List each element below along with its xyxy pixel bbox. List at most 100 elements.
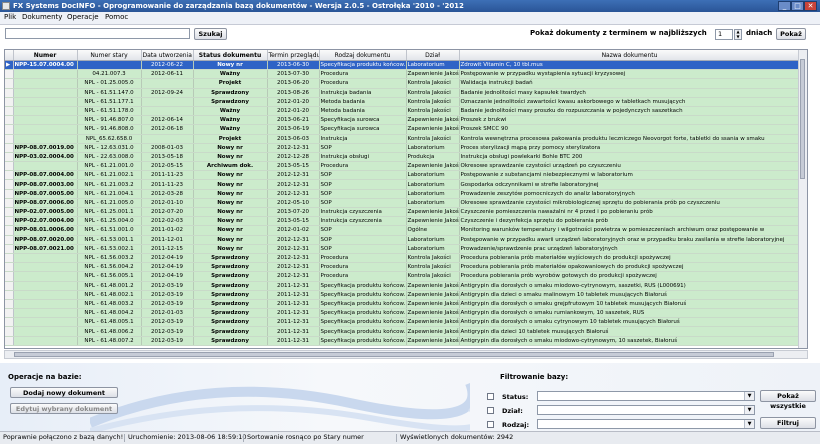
type-filter-select[interactable]: ▼ (537, 419, 755, 429)
col-rodzaj[interactable]: Rodzaj dokumentu (319, 50, 407, 61)
row-indicator[interactable] (5, 69, 14, 80)
row-indicator[interactable] (5, 134, 14, 144)
search-input[interactable] (5, 28, 190, 39)
row-indicator[interactable] (5, 170, 14, 181)
table-row[interactable]: NPL - 61.48.003.2 2012-03-19 Sprawdzony 201… (5, 299, 801, 310)
dept-filter-select[interactable]: ▼ (537, 405, 755, 415)
deadline-days-input[interactable]: 1 (715, 29, 733, 40)
maximize-button[interactable]: □ (791, 1, 804, 11)
row-indicator[interactable] (5, 271, 14, 282)
table-row[interactable]: NPP-08.07.0005.00 NPL - 61.21.004.1 2012-0… (5, 189, 801, 199)
col-status[interactable]: Status dokumentu (193, 50, 268, 61)
menu-dokumenty[interactable]: Dokumenty (22, 13, 62, 21)
table-row[interactable]: NPP-08.07.0019.00 NPL - 12.63.031.0 2008-0… (5, 143, 801, 153)
row-indicator[interactable] (5, 326, 14, 337)
table-row[interactable]: NPL - 61.56.003.2 2012-04-19 Sprawdzony 201… (5, 253, 801, 264)
row-indicator[interactable] (5, 179, 14, 190)
table-row[interactable]: NPP-03.02.0004.00 NPL - 22.63.008.0 2013-0… (5, 152, 801, 163)
dept-filter-checkbox[interactable] (487, 407, 494, 414)
row-indicator[interactable] (5, 161, 14, 172)
filter-button[interactable]: Filtruj (760, 417, 816, 429)
type-filter-checkbox[interactable] (487, 421, 494, 428)
horizontal-scroll-thumb[interactable] (14, 352, 774, 357)
col-termin[interactable]: Termin przeglądu (267, 50, 320, 61)
col-numer[interactable]: Numer (13, 50, 78, 61)
row-indicator[interactable] (5, 317, 14, 328)
menu-operacje[interactable]: Operacje (67, 13, 99, 21)
close-button[interactable]: ✕ (804, 1, 817, 11)
table-row[interactable]: NPP-08.07.0003.00 NPL - 61.21.003.2 2011-1… (5, 179, 801, 190)
table-row[interactable]: NPP-08.07.0021.00 NPL - 61.53.002.1 2011-1… (5, 244, 801, 254)
table-row[interactable]: NPL - 61.21.001.0 2012-05-15 Archiwum dok.… (5, 161, 801, 172)
col-nazwa[interactable]: Nazwa dokumentu (459, 50, 801, 61)
edit-document-button[interactable]: Edytuj wybrany dokument (10, 403, 118, 414)
table-row[interactable]: NPL - 61.51.178.0 Ważny 2012-01-20 Metoda b… (5, 106, 801, 117)
menu-plik[interactable]: Plik (4, 13, 16, 21)
minimize-button[interactable]: _ (778, 1, 791, 11)
status-filter-select[interactable]: ▼ (537, 391, 755, 401)
table-row[interactable]: 04.21.007.3 2012-06-11 Ważny 2013-07-30 Proc… (5, 69, 801, 80)
cell-numer-stary: NPL - 61.51.001.0 (77, 225, 142, 236)
row-indicator[interactable] (5, 78, 14, 89)
cell-dzial: Zapewnienie Jakości (406, 326, 460, 337)
table-row[interactable]: NPL - 61.51.177.1 Sprawdzony 2012-01-20 Met… (5, 97, 801, 107)
row-indicator[interactable] (5, 88, 14, 98)
cell-status: Sprawdzony (193, 97, 268, 107)
row-indicator[interactable] (5, 253, 14, 264)
table-row[interactable]: NPL - 01.25.005.0 Projekt 2013-06-20 Proced… (5, 78, 801, 89)
col-dzial[interactable]: Dział (406, 50, 460, 61)
add-document-button[interactable]: Dodaj nowy dokument (10, 387, 118, 398)
row-indicator[interactable] (5, 308, 14, 319)
col-data-utworzenia[interactable]: Data utworzenia (141, 50, 194, 61)
row-indicator[interactable] (5, 124, 14, 135)
row-indicator[interactable] (5, 290, 14, 300)
row-indicator[interactable] (5, 106, 14, 117)
table-row[interactable]: NPL - 61.48.004.2 2012-01-03 Sprawdzony 201… (5, 308, 801, 319)
row-indicator[interactable] (5, 207, 14, 218)
table-row[interactable]: NPL - 61.48.006.2 2012-03-19 Sprawdzony 201… (5, 326, 801, 337)
table-row[interactable]: NPL_65.62.658.0 Projekt 2013-06-03 Instrukc… (5, 134, 801, 144)
table-row[interactable]: NPL - 61.51.147.0 2012-09-24 Sprawdzony 201… (5, 88, 801, 98)
table-row[interactable]: NPL - 61.56.004.2 2012-04-19 Sprawdzony 201… (5, 262, 801, 273)
documents-grid[interactable]: Numer Numer stary Data utworzenia Status… (4, 49, 808, 349)
menu-pomoc[interactable]: Pomoc (105, 13, 128, 21)
table-row[interactable]: ▶ NPP-15.07.0004.00 2012-06-22 Nowy nr 2013-… (5, 60, 801, 71)
table-row[interactable]: NPP-08.01.0006.00 NPL - 61.51.001.0 2011-0… (5, 225, 801, 236)
row-indicator[interactable] (5, 235, 14, 245)
col-numer-stary[interactable]: Numer stary (77, 50, 142, 61)
row-indicator[interactable] (5, 97, 14, 107)
row-indicator[interactable] (5, 198, 14, 209)
table-row[interactable]: NPL - 61.56.005.1 2012-04-19 Sprawdzony 201… (5, 271, 801, 282)
horizontal-scrollbar[interactable] (4, 350, 808, 359)
show-all-button[interactable]: Pokaż wszystkie (760, 390, 816, 410)
row-indicator[interactable] (5, 262, 14, 273)
search-button[interactable]: Szukaj (194, 28, 227, 40)
show-deadline-button[interactable]: Pokaż (776, 28, 806, 40)
days-spinner[interactable]: ▲ ▼ (734, 29, 742, 40)
row-indicator[interactable] (5, 336, 14, 346)
table-row[interactable]: NPP-08.07.0020.00 NPL - 61.53.001.1 2011-1… (5, 235, 801, 245)
row-indicator[interactable] (5, 152, 14, 163)
row-indicator[interactable] (5, 189, 14, 199)
vertical-scroll-thumb[interactable] (800, 59, 805, 179)
table-row[interactable]: NPP-08.07.0004.00 NPL - 61.21.002.1 2011-1… (5, 170, 801, 181)
table-row[interactable]: NPL - 61.48.002.1 2012-03-19 Sprawdzony 201… (5, 290, 801, 300)
table-row[interactable]: NPL - 91.46.807.0 2012-06-14 Ważny 2013-06-… (5, 115, 801, 126)
vertical-scrollbar[interactable] (798, 50, 807, 348)
table-row[interactable]: NPL - 61.48.007.2 2012-03-19 Sprawdzony 201… (5, 336, 801, 346)
row-indicator[interactable] (5, 143, 14, 153)
row-indicator[interactable] (5, 115, 14, 126)
row-indicator[interactable] (5, 216, 14, 227)
table-row[interactable]: NPP-02.07.0004.00 NPL - 61.25.004.0 2012-0… (5, 216, 801, 227)
table-row[interactable]: NPL - 61.48.005.1 2012-03-19 Sprawdzony 201… (5, 317, 801, 328)
row-indicator[interactable] (5, 281, 14, 291)
current-row-arrow-icon[interactable]: ▶ (5, 60, 14, 71)
table-row[interactable]: NPL - 91.46.808.0 2012-06-18 Ważny 2013-06-… (5, 124, 801, 135)
table-row[interactable]: NPP-08.07.0006.00 NPL - 61.21.005.0 2012-0… (5, 198, 801, 209)
row-indicator[interactable] (5, 244, 14, 254)
row-indicator[interactable] (5, 299, 14, 310)
table-row[interactable]: NPL - 61.48.001.2 2012-03-19 Sprawdzony 201… (5, 281, 801, 291)
status-filter-checkbox[interactable] (487, 393, 494, 400)
table-row[interactable]: NPP-02.07.0005.00 NPL - 61.25.001.1 2012-0… (5, 207, 801, 218)
row-indicator[interactable] (5, 225, 14, 236)
